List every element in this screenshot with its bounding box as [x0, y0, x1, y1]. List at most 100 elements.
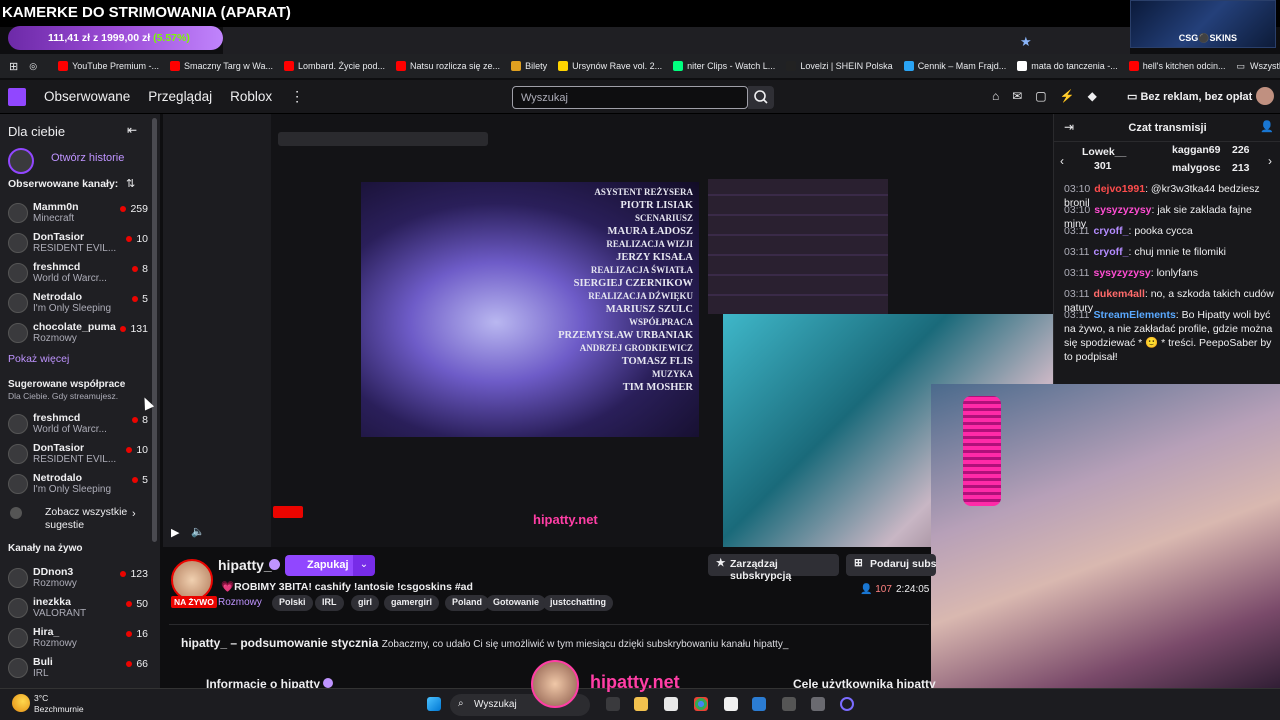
file-explorer-icon[interactable]	[634, 697, 648, 711]
monthly-summary[interactable]: hipatty_ – podsumowanie stycznia Zobaczm…	[181, 636, 788, 650]
notepad-icon[interactable]	[724, 697, 738, 711]
bookmark-item[interactable]: Smaczny Targ w Wa...	[169, 61, 273, 71]
store-icon[interactable]	[664, 697, 678, 711]
channel-name: Netrodalo	[33, 291, 83, 303]
app-icon[interactable]	[840, 697, 854, 711]
sidebar-channel-dontasior[interactable]: DonTasior RESIDENT EVIL... 10	[8, 441, 148, 471]
category-link[interactable]: Rozmowy	[218, 597, 262, 608]
users-icon[interactable]: 👤	[1260, 120, 1274, 133]
chevron-left-icon[interactable]: ‹	[1060, 154, 1064, 168]
collapse-sidebar-icon[interactable]: ⇤	[127, 123, 137, 137]
chat-username[interactable]: cryoff_	[1094, 246, 1129, 258]
sort-icon[interactable]: ⇅	[126, 177, 135, 190]
bookmark-star-icon[interactable]: ★	[1020, 34, 1032, 50]
nav-action-icons[interactable]: ⌂✉▢⚡◆	[992, 89, 1110, 103]
sidebar-channel-dontasior[interactable]: DonTasior RESIDENT EVIL... 10	[8, 230, 148, 260]
task-view-icon[interactable]	[606, 697, 620, 711]
tag-poland[interactable]: Poland	[445, 595, 490, 611]
chevron-right-icon[interactable]: ›	[1268, 154, 1272, 168]
windows-start-icon[interactable]	[427, 697, 441, 711]
viewer-count: 123	[120, 568, 148, 580]
channel-category: World of Warcr...	[33, 273, 107, 284]
manage-subscription-button[interactable]: ★ Zarządzaj subskrypcją	[708, 554, 839, 582]
chat-timestamp: 03:11	[1064, 309, 1090, 321]
chat-username[interactable]: sysyzyzysy	[1094, 267, 1151, 279]
tag-girl[interactable]: girl	[351, 595, 380, 611]
sidebar-channel-inezkka[interactable]: inezkka VALORANT 50	[8, 595, 148, 625]
app-icon[interactable]	[782, 697, 796, 711]
bookmark-item[interactable]: Natsu rozlicza się ze...	[396, 61, 500, 71]
sidebar-channel-chocolate_puma[interactable]: chocolate_puma Rozmowy 131	[8, 320, 148, 350]
suggested-heading: Sugerowane współprace	[8, 379, 126, 390]
sidebar-channel-ddnon3[interactable]: DDnon3 Rozmowy 123	[8, 565, 148, 595]
bookmark-item[interactable]: Bilety	[511, 61, 547, 71]
chat-title: Czat transmisji	[1128, 122, 1207, 134]
show-more-link[interactable]: Pokaż więcej	[8, 353, 69, 365]
turbo-link[interactable]: ▭ Bez reklam, bez opłat	[1127, 90, 1252, 103]
stories-avatar[interactable]	[8, 148, 34, 174]
chevron-down-icon[interactable]: ⌄	[353, 555, 375, 576]
weather-widget[interactable]: 3°C Bezchmurnie	[34, 693, 84, 715]
gifter-count: 213	[1232, 162, 1250, 174]
bookmark-item[interactable]: Ursynów Rave vol. 2...	[558, 61, 662, 71]
sidebar-channel-netrodalo[interactable]: Netrodalo I'm Only Sleeping 5	[8, 471, 148, 501]
channel-avatar[interactable]	[171, 559, 213, 601]
bookmark-item[interactable]: Lovelzi | SHEIN Polska	[786, 61, 893, 71]
search-input[interactable]: Wyszukaj	[512, 86, 748, 109]
bookmark-item[interactable]: hell's kitchen odcin...	[1128, 61, 1226, 71]
sidebar-channel-mamm0n[interactable]: Mamm0n Minecraft 259	[8, 200, 148, 230]
sidebar-channel-buli[interactable]: Buli IRL 66	[8, 655, 148, 685]
video-player[interactable]: ASYSTENT REŻYSERA PIOTR LISIAK SCENARIUSZ M…	[163, 114, 1053, 547]
chat-username[interactable]: StreamElements	[1094, 309, 1176, 321]
twitch-logo-icon[interactable]	[8, 87, 26, 106]
viewer-count: 8	[132, 414, 148, 426]
see-all-suggestions[interactable]: Zobacz wszystkie sugestie ›	[8, 506, 148, 532]
gift-subscription-button[interactable]: ⊞ Podaruj subsk	[846, 554, 936, 576]
channel-name[interactable]: hipatty_	[218, 557, 272, 573]
chrome-icon[interactable]: ◎	[29, 61, 37, 72]
chat-username[interactable]: dukem4all	[1094, 288, 1145, 300]
sidebar-channel-hira_[interactable]: Hira_ Rozmowy 16	[8, 625, 148, 655]
settings-icon[interactable]	[811, 697, 825, 711]
sidebar-channel-freshmcd[interactable]: freshmcd World of Warcr... 8	[8, 411, 148, 441]
sidebar-channel-netrodalo[interactable]: Netrodalo I'm Only Sleeping 5	[8, 290, 148, 320]
nav-roblox[interactable]: Roblox	[230, 89, 272, 104]
open-stories-link[interactable]: Otwórz historie	[51, 152, 124, 164]
tag-justcchatting[interactable]: justcchatting	[543, 595, 614, 611]
bookmark-item[interactable]: YouTube Premium -...	[58, 61, 159, 71]
chat-username[interactable]: sysyzyzysy	[1094, 204, 1151, 216]
apps-grid-icon[interactable]: ⊞	[9, 60, 18, 73]
user-avatar[interactable]	[1256, 87, 1274, 105]
avatar	[8, 598, 28, 618]
tag-irl[interactable]: IRL	[315, 595, 344, 611]
bookmark-item[interactable]: Lombard. Życie pod...	[283, 61, 385, 71]
nav-followed[interactable]: Obserwowane	[44, 89, 130, 104]
weather-icon[interactable]	[12, 694, 30, 712]
chat-username[interactable]: cryoff_	[1094, 225, 1129, 237]
play-icon[interactable]: ▶	[171, 526, 179, 539]
weather-temp: 3°C	[34, 693, 49, 703]
search-button[interactable]	[748, 86, 774, 109]
search-icon	[754, 90, 768, 104]
bookmark-item[interactable]: Cennik – Mam Frajd...	[903, 61, 1006, 71]
sidebar-scrollbar[interactable]	[152, 118, 157, 542]
turbo-label: Bez reklam, bez opłat	[1140, 91, 1253, 103]
volume-icon[interactable]: 🔈	[191, 525, 205, 538]
bookmark-favicon-icon	[1128, 61, 1139, 71]
all-bookmarks[interactable]: ▭ Wszystkie zakładki	[1237, 61, 1280, 72]
collapse-chat-icon[interactable]: ⇥	[1064, 120, 1074, 134]
bookmark-item[interactable]: niter Clips - Watch L...	[673, 61, 775, 71]
gifter-name: kaggan69	[1172, 144, 1221, 156]
word-icon[interactable]	[752, 697, 766, 711]
chat-username[interactable]: dejvo1991	[1094, 183, 1145, 195]
more-options-icon[interactable]: ⋮	[290, 88, 304, 105]
nav-browse[interactable]: Przeglądaj	[148, 89, 212, 104]
tag-gamergirl[interactable]: gamergirl	[384, 595, 440, 611]
hipatty-watermark: hipatty.net	[590, 672, 680, 692]
tag-polski[interactable]: Polski	[272, 595, 313, 611]
bookmark-item[interactable]: mata do tanczenia -...	[1017, 61, 1118, 71]
tag-gotowanie[interactable]: Gotowanie	[486, 595, 547, 611]
manage-subscription-label: Zarządzaj subskrypcją	[730, 558, 792, 582]
sidebar-channel-freshmcd[interactable]: freshmcd World of Warcr... 8	[8, 260, 148, 290]
chrome-icon[interactable]	[694, 697, 708, 711]
